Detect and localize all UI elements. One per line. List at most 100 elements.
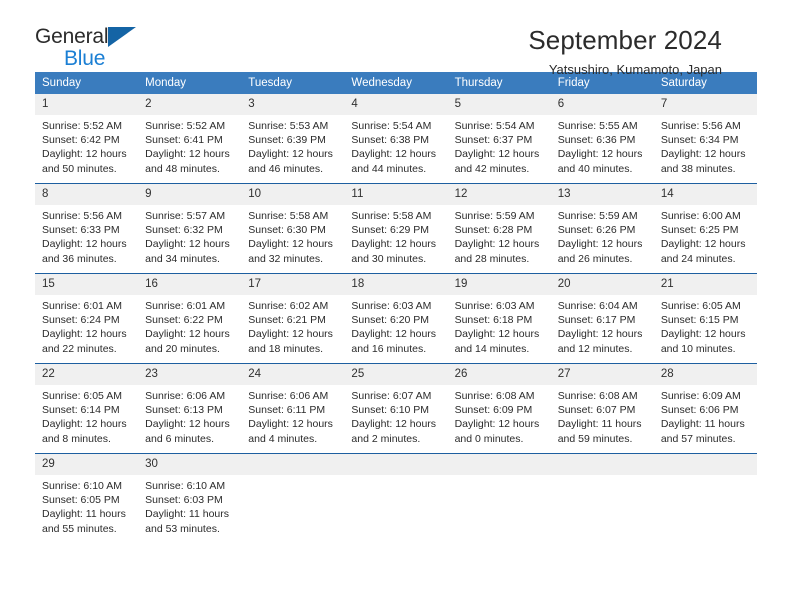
calendar-day-cell[interactable]: 22 Sunrise: 6:05 AM Sunset: 6:14 PM Dayligh…: [35, 363, 139, 454]
calendar-day-cell[interactable]: 25 Sunrise: 6:07 AM Sunset: 6:10 PM Dayligh…: [344, 363, 448, 454]
calendar-empty-cell: [550, 453, 654, 543]
day-number: 1: [35, 94, 139, 115]
calendar-day-cell[interactable]: 5 Sunrise: 5:54 AM Sunset: 6:37 PM Daylight…: [447, 94, 551, 184]
sunrise-text: Sunrise: 6:02 AM: [248, 300, 329, 312]
daylight-text: Daylight: 12 hours: [145, 328, 230, 341]
day-details: Sunrise: 5:55 AM Sunset: 6:36 PM Daylight:…: [551, 115, 654, 176]
calendar-day-cell[interactable]: 27 Sunrise: 6:08 AM Sunset: 6:07 PM Dayligh…: [550, 363, 654, 454]
daylight-text: and 57 minutes.: [660, 432, 736, 445]
sunset-text: Sunset: 6:15 PM: [660, 314, 739, 327]
daylight-text: and 28 minutes.: [454, 252, 530, 265]
daylight-text: Daylight: 12 hours: [454, 238, 540, 251]
day-number: 11: [344, 184, 448, 205]
daylight-text: Daylight: 12 hours: [145, 418, 230, 431]
daylight-text: and 8 minutes.: [42, 432, 111, 445]
sunrise-text: Sunrise: 5:52 AM: [42, 120, 122, 132]
calendar-empty-cell: [447, 453, 551, 543]
sunrise-text: Sunrise: 6:06 AM: [145, 390, 226, 402]
calendar-day-cell[interactable]: 12 Sunrise: 5:59 AM Sunset: 6:28 PM Dayligh…: [447, 183, 551, 274]
calendar-day-cell[interactable]: 23 Sunrise: 6:06 AM Sunset: 6:13 PM Dayligh…: [138, 363, 242, 454]
calendar-day-cell[interactable]: 28 Sunrise: 6:09 AM Sunset: 6:06 PM Dayligh…: [653, 363, 757, 454]
calendar-day-cell[interactable]: 24 Sunrise: 6:06 AM Sunset: 6:11 PM Dayligh…: [241, 363, 345, 454]
sunrise-text: Sunrise: 5:54 AM: [454, 120, 535, 132]
calendar-day-cell[interactable]: 15 Sunrise: 6:01 AM Sunset: 6:24 PM Dayligh…: [35, 273, 139, 364]
calendar-day-cell[interactable]: 6 Sunrise: 5:55 AM Sunset: 6:36 PM Daylight…: [550, 94, 654, 184]
daylight-text: Daylight: 12 hours: [557, 148, 643, 161]
sunset-text: Sunset: 6:28 PM: [454, 224, 533, 237]
daylight-text: and 44 minutes.: [351, 162, 427, 175]
day-number: 8: [35, 184, 139, 205]
sunrise-text: Sunrise: 6:03 AM: [351, 300, 432, 312]
day-number: 25: [344, 364, 448, 385]
calendar-day-cell[interactable]: 3 Sunrise: 5:53 AM Sunset: 6:39 PM Daylight…: [241, 94, 345, 184]
calendar-day-cell[interactable]: 8 Sunrise: 5:56 AM Sunset: 6:33 PM Daylight…: [35, 183, 139, 274]
daylight-text: and 53 minutes.: [145, 522, 220, 535]
daylight-text: Daylight: 12 hours: [660, 328, 746, 341]
day-number: [653, 454, 757, 475]
daylight-text: and 12 minutes.: [557, 342, 633, 355]
day-details: Sunrise: 5:59 AM Sunset: 6:26 PM Daylight:…: [551, 205, 654, 266]
calendar-day-cell[interactable]: 10 Sunrise: 5:58 AM Sunset: 6:30 PM Dayligh…: [241, 183, 345, 274]
calendar-day-cell[interactable]: 2 Sunrise: 5:52 AM Sunset: 6:41 PM Daylight…: [138, 94, 242, 184]
day-details: Sunrise: 5:53 AM Sunset: 6:39 PM Daylight:…: [241, 115, 344, 176]
day-details: Sunrise: 6:06 AM Sunset: 6:13 PM Daylight:…: [138, 385, 241, 446]
day-number: 16: [138, 274, 242, 295]
sunrise-text: Sunrise: 6:07 AM: [351, 390, 432, 402]
calendar-empty-cell: [653, 453, 757, 543]
daylight-text: and 38 minutes.: [660, 162, 736, 175]
sunset-text: Sunset: 6:33 PM: [42, 224, 120, 237]
daylight-text: Daylight: 12 hours: [248, 418, 333, 431]
day-number: 4: [344, 94, 448, 115]
daylight-text: Daylight: 12 hours: [248, 328, 333, 341]
daylight-text: Daylight: 12 hours: [351, 238, 437, 251]
day-number: 27: [550, 364, 654, 385]
calendar-day-cell[interactable]: 1 Sunrise: 5:52 AM Sunset: 6:42 PM Daylight…: [35, 94, 139, 184]
calendar-day-cell[interactable]: 19 Sunrise: 6:03 AM Sunset: 6:18 PM Dayligh…: [447, 273, 551, 364]
calendar-day-cell[interactable]: 17 Sunrise: 6:02 AM Sunset: 6:21 PM Dayligh…: [241, 273, 345, 364]
day-details: Sunrise: 6:07 AM Sunset: 6:10 PM Daylight:…: [344, 385, 447, 446]
sunset-text: Sunset: 6:06 PM: [660, 404, 739, 417]
calendar-day-cell[interactable]: 11 Sunrise: 5:58 AM Sunset: 6:29 PM Dayligh…: [344, 183, 448, 274]
daylight-text: and 18 minutes.: [248, 342, 323, 355]
day-details: Sunrise: 6:08 AM Sunset: 6:07 PM Daylight:…: [551, 385, 654, 446]
day-details: Sunrise: 6:00 AM Sunset: 6:25 PM Daylight:…: [654, 205, 757, 266]
daylight-text: Daylight: 12 hours: [454, 328, 540, 341]
sunrise-text: Sunrise: 6:08 AM: [454, 390, 535, 402]
calendar-week-row: 29 Sunrise: 6:10 AM Sunset: 6:05 PM Dayligh…: [35, 453, 757, 543]
daylight-text: and 4 minutes.: [248, 432, 318, 445]
sunrise-text: Sunrise: 6:09 AM: [660, 390, 741, 402]
general-blue-logo[interactable]: General Blue: [35, 26, 195, 76]
daylight-text: Daylight: 12 hours: [454, 148, 540, 161]
day-details: Sunrise: 6:03 AM Sunset: 6:18 PM Daylight:…: [448, 295, 551, 356]
calendar-day-cell[interactable]: 4 Sunrise: 5:54 AM Sunset: 6:38 PM Daylight…: [344, 94, 448, 184]
page-header: General Blue September 2024 Yatsushiro, …: [0, 0, 792, 77]
calendar-day-cell[interactable]: 21 Sunrise: 6:05 AM Sunset: 6:15 PM Dayligh…: [653, 273, 757, 364]
calendar-day-cell[interactable]: 20 Sunrise: 6:04 AM Sunset: 6:17 PM Dayligh…: [550, 273, 654, 364]
daylight-text: and 14 minutes.: [454, 342, 530, 355]
calendar-day-cell[interactable]: 16 Sunrise: 6:01 AM Sunset: 6:22 PM Dayligh…: [138, 273, 242, 364]
calendar-day-cell[interactable]: 18 Sunrise: 6:03 AM Sunset: 6:20 PM Dayligh…: [344, 273, 448, 364]
daylight-text: and 32 minutes.: [248, 252, 323, 265]
sunrise-text: Sunrise: 5:58 AM: [248, 210, 329, 222]
sunset-text: Sunset: 6:30 PM: [248, 224, 326, 237]
day-number: 21: [653, 274, 757, 295]
daylight-text: Daylight: 12 hours: [42, 148, 127, 161]
calendar-day-cell[interactable]: 9 Sunrise: 5:57 AM Sunset: 6:32 PM Daylight…: [138, 183, 242, 274]
calendar-week-row: 8 Sunrise: 5:56 AM Sunset: 6:33 PM Daylight…: [35, 183, 757, 274]
sunset-text: Sunset: 6:17 PM: [557, 314, 636, 327]
sunrise-text: Sunrise: 6:00 AM: [660, 210, 741, 222]
calendar-day-cell[interactable]: 26 Sunrise: 6:08 AM Sunset: 6:09 PM Dayligh…: [447, 363, 551, 454]
sunrise-text: Sunrise: 5:52 AM: [145, 120, 226, 132]
day-details: Sunrise: 5:59 AM Sunset: 6:28 PM Daylight:…: [448, 205, 551, 266]
calendar-day-cell[interactable]: 30 Sunrise: 6:10 AM Sunset: 6:03 PM Dayligh…: [138, 453, 242, 543]
sunset-text: Sunset: 6:10 PM: [351, 404, 430, 417]
daylight-text: and 42 minutes.: [454, 162, 530, 175]
sunset-text: Sunset: 6:03 PM: [145, 494, 223, 507]
calendar-day-cell[interactable]: 7 Sunrise: 5:56 AM Sunset: 6:34 PM Daylight…: [653, 94, 757, 184]
calendar-day-cell[interactable]: 14 Sunrise: 6:00 AM Sunset: 6:25 PM Dayligh…: [653, 183, 757, 274]
calendar-day-cell[interactable]: 29 Sunrise: 6:10 AM Sunset: 6:05 PM Dayligh…: [35, 453, 139, 543]
calendar-body: 1 Sunrise: 5:52 AM Sunset: 6:42 PM Daylight…: [35, 94, 757, 543]
sunrise-text: Sunrise: 5:54 AM: [351, 120, 432, 132]
sunset-text: Sunset: 6:07 PM: [557, 404, 636, 417]
calendar-day-cell[interactable]: 13 Sunrise: 5:59 AM Sunset: 6:26 PM Dayligh…: [550, 183, 654, 274]
